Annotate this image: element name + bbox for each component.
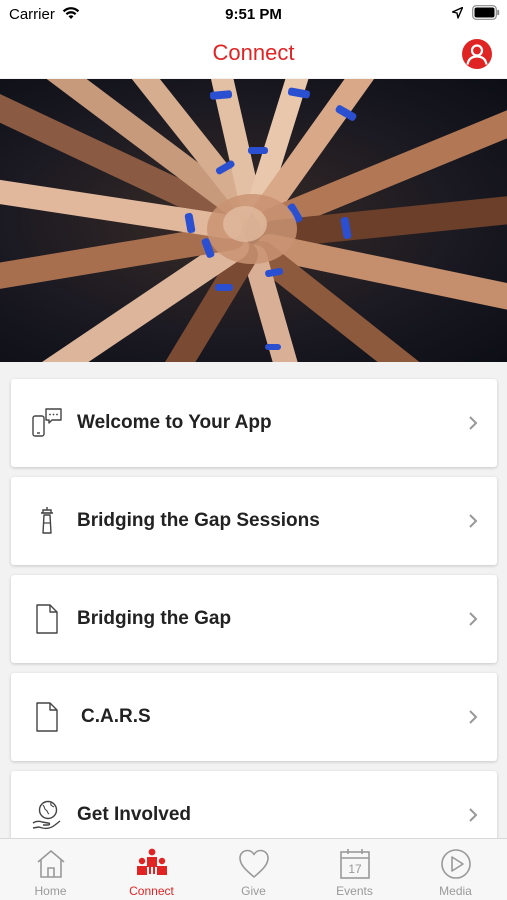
lighthouse-icon xyxy=(41,507,53,534)
menu-item-welcome[interactable]: Welcome to Your App xyxy=(11,379,497,467)
tab-bar: Home Connect Give 17 Events Media xyxy=(0,838,507,900)
tab-connect[interactable]: Connect xyxy=(101,839,202,900)
people-icon xyxy=(137,848,167,875)
calendar-icon: 17 xyxy=(340,849,370,879)
heart-icon xyxy=(239,849,269,878)
menu-item-label: Get Involved xyxy=(77,804,192,825)
tab-media[interactable]: Media xyxy=(405,839,506,900)
chevron-right-icon xyxy=(469,808,478,822)
chat-phone-icon xyxy=(32,408,62,437)
profile-button[interactable] xyxy=(462,39,492,69)
menu-item-label: Welcome to Your App xyxy=(77,412,272,433)
chevron-right-icon xyxy=(469,514,478,528)
tab-label: Home xyxy=(34,884,67,898)
location-arrow-icon xyxy=(452,7,463,19)
chevron-right-icon xyxy=(469,710,478,724)
menu-item-label: Bridging the Gap Sessions xyxy=(77,510,320,531)
calendar-day: 17 xyxy=(348,862,362,876)
page-title: Connect xyxy=(212,40,295,65)
tab-label: Give xyxy=(241,884,266,898)
user-icon xyxy=(466,44,488,65)
menu-item-cars[interactable]: C.A.R.S xyxy=(11,673,497,761)
home-icon xyxy=(37,850,65,878)
battery-icon xyxy=(472,5,500,20)
menu-item-bridging-sessions[interactable]: Bridging the Gap Sessions xyxy=(11,477,497,565)
navigation-bar: Connect xyxy=(0,30,507,78)
chevron-right-icon xyxy=(469,612,478,626)
tab-events[interactable]: 17 Events xyxy=(304,839,405,900)
status-bar: Carrier 9:51 PM xyxy=(0,0,507,30)
hands-illustration xyxy=(0,79,507,362)
menu-item-label: Bridging the Gap xyxy=(77,608,232,629)
clock: 9:51 PM xyxy=(225,6,282,23)
play-icon xyxy=(441,849,471,879)
menu-item-bridging-gap[interactable]: Bridging the Gap xyxy=(11,575,497,663)
hero-image-hands-together xyxy=(0,79,507,362)
tab-label: Connect xyxy=(129,884,174,898)
document-icon xyxy=(36,702,58,732)
tab-home[interactable]: Home xyxy=(0,839,101,900)
tab-label: Media xyxy=(439,884,472,898)
menu-item-label: C.A.R.S xyxy=(81,706,151,727)
chevron-right-icon xyxy=(469,416,478,430)
document-icon xyxy=(36,604,58,634)
tab-give[interactable]: Give xyxy=(203,839,304,900)
globe-hand-icon xyxy=(32,800,61,830)
tab-label: Events xyxy=(336,884,373,898)
